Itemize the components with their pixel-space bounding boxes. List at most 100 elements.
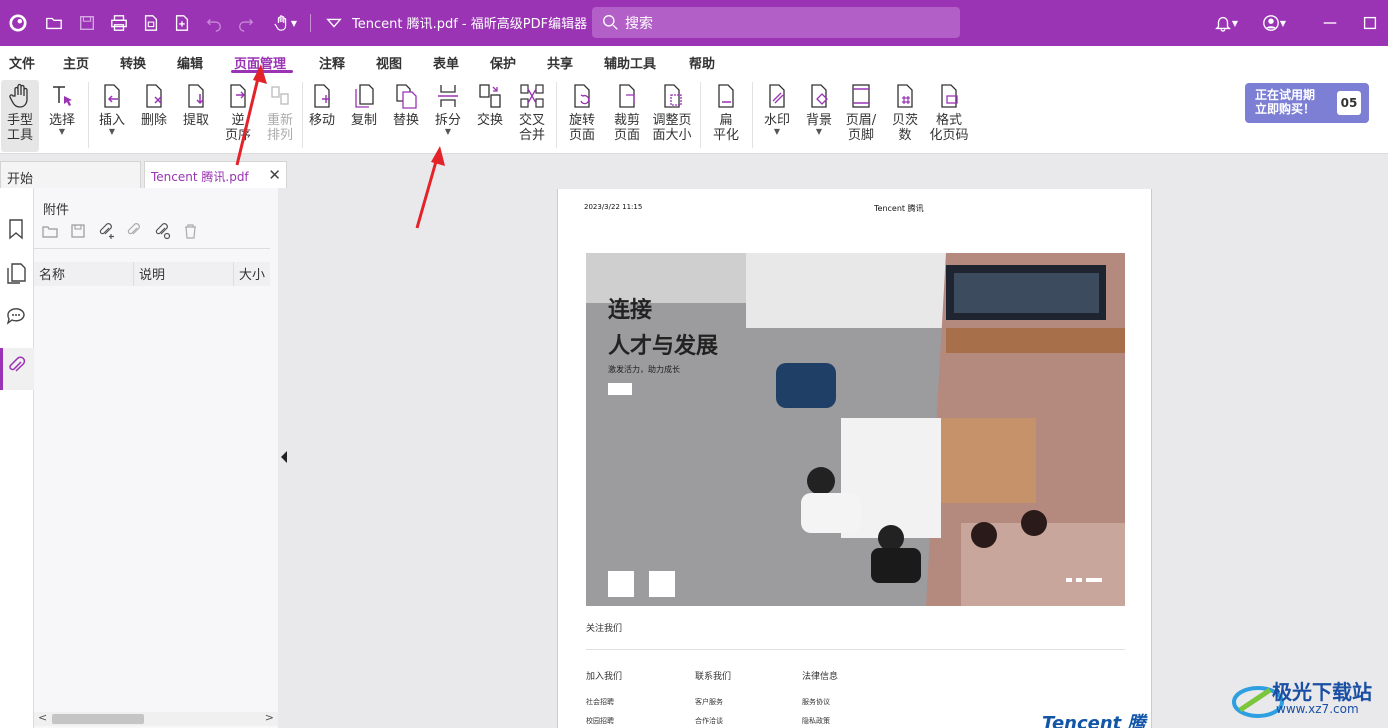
footer-col-join: 加入我们: [586, 672, 623, 682]
menu-protect[interactable]: 保护: [490, 53, 516, 72]
notification-bell-icon[interactable]: ▼: [1206, 13, 1246, 33]
redo-icon[interactable]: [236, 13, 256, 33]
footer-link: 社会招聘: [586, 698, 614, 706]
edit-attachment-icon[interactable]: [126, 223, 143, 240]
menu-file[interactable]: 文件: [9, 53, 35, 72]
add-attachment-icon[interactable]: [98, 223, 115, 240]
swap-pages-button[interactable]: 交换: [468, 80, 512, 152]
bates-number-button[interactable]: 贝茨 数: [883, 80, 927, 152]
header-footer-button[interactable]: 页眉/ 页脚: [839, 80, 883, 152]
search-box[interactable]: 搜索: [592, 7, 960, 38]
split-caret-icon: ▼: [444, 127, 452, 136]
ribbon-divider: [752, 82, 753, 148]
scroll-right-icon[interactable]: >: [265, 711, 274, 724]
hero-title-line1: 连接: [608, 298, 653, 323]
split-label: 拆分: [434, 113, 461, 128]
comments-icon[interactable]: [5, 305, 27, 327]
resize-page-icon: [664, 84, 682, 108]
delete-page-button[interactable]: 删除: [132, 80, 176, 152]
menu-bar: 文件 主页 转换 编辑 页面管理 注释 视图 表单 保护 共享 辅助工具 帮助: [0, 46, 1388, 76]
footer-link: 隐私政策: [802, 717, 830, 725]
insert-page-button[interactable]: 插入 ▼: [90, 80, 134, 152]
window-title: Tencent 腾讯.pdf - 福昕高级PDF编辑器: [352, 17, 588, 32]
scroll-left-icon[interactable]: <: [38, 711, 47, 724]
trial-text: 正在试用期 立即购买！: [1255, 88, 1316, 116]
flatten-label: 扁 平化: [712, 113, 739, 143]
crop-label: 裁剪 页面: [613, 113, 640, 143]
collapse-panel-icon[interactable]: [280, 450, 288, 464]
page-divider: [586, 649, 1125, 650]
flatten-button[interactable]: 扁 平化: [704, 80, 748, 152]
crop-page-button[interactable]: 裁剪 页面: [605, 80, 649, 152]
hand-tool-dropdown-icon[interactable]: ▼: [268, 13, 302, 33]
tab-home[interactable]: 开始: [0, 161, 141, 188]
hand-tool-button[interactable]: 手型 工具: [1, 80, 39, 152]
quick-access-dropdown-icon[interactable]: [324, 13, 344, 33]
open-attachment-icon[interactable]: [42, 223, 59, 240]
swap-icon: [479, 84, 501, 108]
menu-share[interactable]: 共享: [547, 53, 573, 72]
rearrange-label: 重新 排列: [266, 113, 293, 143]
format-page-number-button[interactable]: 格式 化页码: [927, 80, 971, 152]
user-account-icon[interactable]: ▼: [1254, 13, 1294, 33]
reverse-page-order-button[interactable]: 逆 页序: [216, 80, 260, 152]
column-name-header[interactable]: 名称: [34, 262, 134, 286]
menu-help[interactable]: 帮助: [689, 53, 715, 72]
column-description-header[interactable]: 说明: [134, 262, 234, 286]
rearrange-button[interactable]: 重新 排列: [258, 80, 302, 152]
trial-purchase-button[interactable]: 正在试用期 立即购买！ 05: [1245, 83, 1369, 123]
watermark-button[interactable]: 水印 ▼: [755, 80, 799, 152]
scroll-thumb[interactable]: [52, 714, 144, 724]
attachment-settings-icon[interactable]: [154, 223, 171, 240]
save-icon[interactable]: [77, 13, 97, 33]
resize-page-button[interactable]: 调整页 面大小: [650, 80, 694, 152]
select-caret-icon: ▼: [58, 127, 66, 136]
menu-comment[interactable]: 注释: [319, 53, 345, 72]
bookmark-icon[interactable]: [5, 218, 27, 240]
attachment-icon[interactable]: [5, 354, 27, 376]
background-button[interactable]: 背景 ▼: [797, 80, 841, 152]
menu-form[interactable]: 表单: [433, 53, 459, 72]
menu-edit[interactable]: 编辑: [177, 53, 203, 72]
menu-view[interactable]: 视图: [376, 53, 402, 72]
app-logo-icon[interactable]: [8, 13, 28, 33]
footer-col-contact: 联系我们: [695, 672, 732, 682]
reverse-label: 逆 页序: [224, 113, 251, 143]
move-page-button[interactable]: 移动: [300, 80, 344, 152]
menu-convert[interactable]: 转换: [120, 53, 146, 72]
new-document-icon[interactable]: [172, 13, 192, 33]
minimize-icon[interactable]: [1320, 13, 1340, 33]
tab-document[interactable]: Tencent 腾讯.pdf ✕: [144, 161, 287, 188]
hero-title: 连接 人才与发展: [608, 293, 718, 365]
extract-page-button[interactable]: 提取: [174, 80, 218, 152]
select-button[interactable]: 选择 ▼: [40, 80, 84, 152]
split-button[interactable]: 拆分 ▼: [426, 80, 470, 152]
copy-page-button[interactable]: 复制: [342, 80, 386, 152]
cross-merge-button[interactable]: 交叉 合并: [510, 80, 554, 152]
pages-thumbnail-icon[interactable]: [5, 262, 27, 284]
panel-divider: [34, 248, 270, 249]
menu-accessibility[interactable]: 辅助工具: [604, 53, 656, 72]
open-folder-icon[interactable]: [44, 13, 64, 33]
undo-icon[interactable]: [204, 13, 224, 33]
delete-label: 删除: [140, 113, 167, 128]
panel-horizontal-scrollbar[interactable]: < >: [34, 711, 278, 726]
page-header: Tencent 腾讯: [874, 204, 924, 213]
column-size-header[interactable]: 大小: [234, 262, 270, 286]
menu-home[interactable]: 主页: [63, 53, 89, 72]
hero-title-line2: 人才与发展: [608, 334, 719, 359]
document-icon[interactable]: [141, 13, 161, 33]
page-date: 2023/3/22 11:15: [584, 203, 643, 211]
replace-page-button[interactable]: 替换: [384, 80, 428, 152]
rotate-page-button[interactable]: 旋转 页面: [560, 80, 604, 152]
rearrange-icon: [271, 86, 289, 105]
delete-attachment-icon[interactable]: [182, 223, 199, 240]
footer-link: 合作洽谈: [695, 717, 723, 725]
extract-label: 提取: [182, 113, 209, 128]
print-icon[interactable]: [109, 13, 129, 33]
attachments-panel: 附件 名称 说明 大小: [34, 188, 278, 728]
close-tab-icon[interactable]: ✕: [268, 166, 281, 184]
maximize-icon[interactable]: [1360, 13, 1380, 33]
save-attachment-icon[interactable]: [70, 223, 87, 240]
copy-page-icon: [355, 84, 374, 108]
